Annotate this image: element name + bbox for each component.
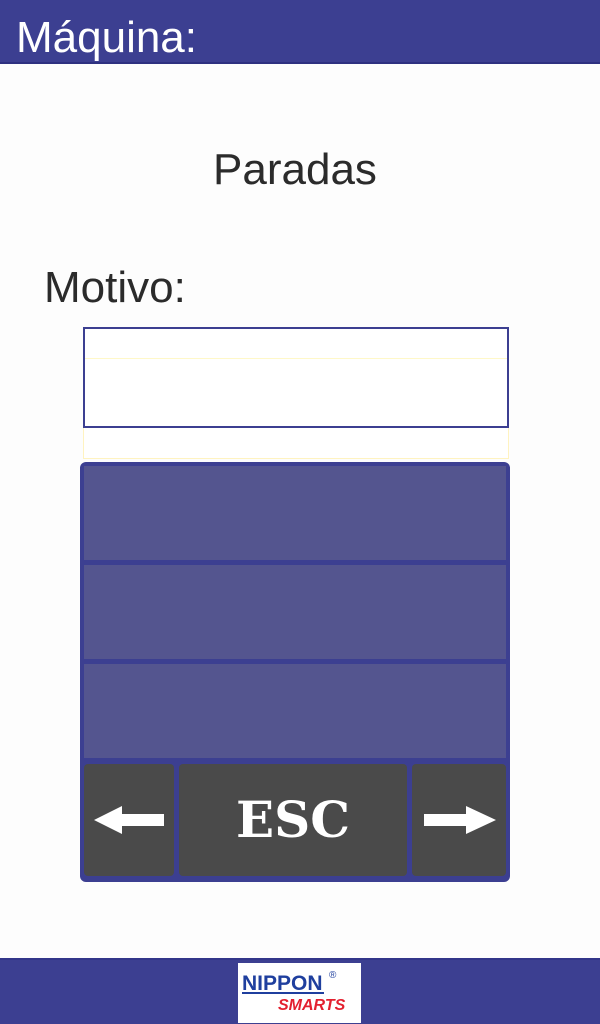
option-button-1[interactable] [84,466,506,560]
logo-graphic: NIPPON ® SMARTS [242,970,346,1014]
motivo-display [83,327,509,428]
next-button[interactable] [412,764,506,876]
logo-text-top: NIPPON [242,972,323,995]
motivo-spacer [83,428,509,459]
esc-button[interactable]: ESC [179,764,407,876]
option-button-3[interactable] [84,664,506,758]
page-title: Paradas [213,145,377,194]
previous-button[interactable] [84,764,174,876]
esc-label: ESC [235,790,350,849]
nippon-smarts-logo: NIPPON ® SMARTS [238,963,361,1023]
options-panel: ESC [80,462,510,882]
machine-title: Máquina: [16,13,198,62]
logo-mark: ® [329,970,337,981]
motivo-guide-line [85,358,507,359]
option-button-2[interactable] [84,565,506,659]
logo-text-bottom: SMARTS [278,997,346,1014]
motivo-label: Motivo: [44,263,186,312]
arrow-right-icon [424,806,496,834]
app-header: Máquina: [0,0,600,64]
arrow-left-icon [94,806,164,834]
app-footer: NIPPON ® SMARTS [0,958,600,1024]
